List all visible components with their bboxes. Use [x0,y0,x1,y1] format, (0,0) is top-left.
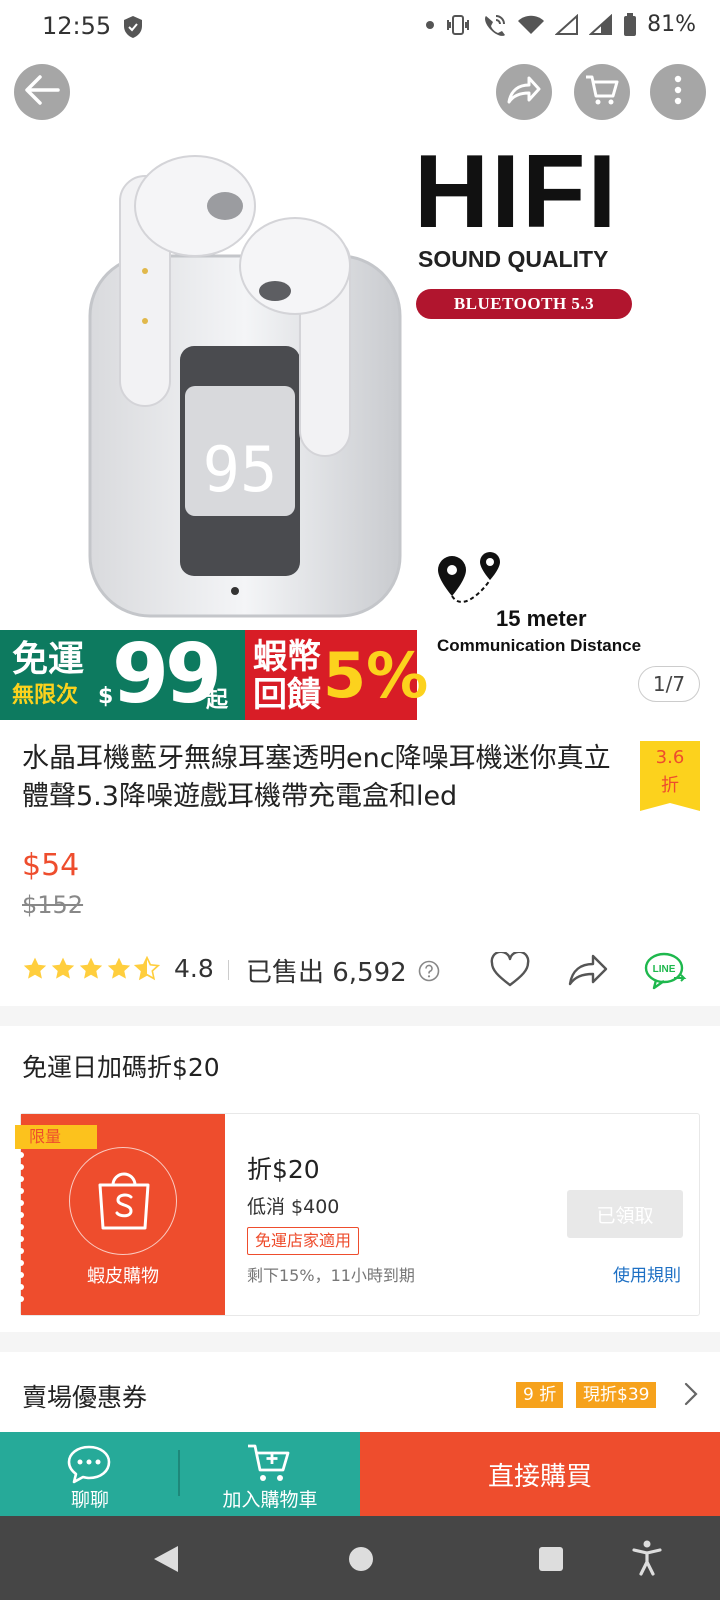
shield-icon [122,15,144,43]
case-display-digits: 95 [203,433,278,506]
nav-back-button[interactable] [152,1544,180,1578]
product-image: 95 [88,155,402,618]
star-icon [79,957,103,979]
sold-count: 已售出 6,592 [246,958,407,988]
hifi-title: HIFI [414,134,619,250]
bluetooth-badge: BLUETOOTH 5.3 [416,289,632,319]
nav-recents-button[interactable] [538,1546,564,1576]
help-icon[interactable] [418,960,440,986]
rating-value: 4.8 [174,954,214,983]
voucher-amount: 折$20 [247,1155,320,1184]
svg-text:LINE: LINE [653,964,676,975]
star-half-icon [134,956,160,981]
system-navigation-bar [0,1516,720,1600]
signal-icon-2 [589,13,613,36]
status-bar: 12:55 81% [0,0,720,56]
buy-now-button[interactable]: 直接購買 [360,1432,720,1516]
price: $54 [22,848,80,883]
like-button[interactable] [490,950,530,992]
voucher-tag: 現折$39 [576,1382,657,1408]
add-to-cart-label: 加入購物車 [222,1489,318,1511]
cart-plus-icon [246,1442,292,1488]
chat-label: 聊聊 [70,1489,109,1511]
triangle-back-icon [154,1546,178,1572]
shopping-cart-icon [585,74,619,110]
nav-home-button[interactable] [348,1546,374,1576]
wifi-icon [517,14,545,36]
hifi-subtitle: SOUND QUALITY [418,246,609,272]
product-image-carousel[interactable]: 95 HIFI SOUND QUALITY BLUETOOTH 5.3 15 m… [0,56,720,720]
notification-dot-icon [425,20,435,30]
coins-cashback-promo-banner: 蝦幣 回饋 5% [245,630,428,720]
range-subtitle: Communication Distance [437,636,642,655]
product-title: 水晶耳機藍牙無線耳塞透明enc降噪耳機迷你真立體聲5.3降噪遊戲耳機帶充電盒和l… [22,743,611,812]
section-divider [0,1332,720,1352]
star-icon [107,957,131,979]
share-product-button[interactable] [568,952,608,992]
more-options-button[interactable] [650,64,706,120]
line-icon: LINE [644,952,687,990]
back-button[interactable] [14,64,70,120]
range-title: 15 meter [496,606,587,631]
section-divider [0,1006,720,1026]
wifi-call-icon [481,13,507,37]
add-to-cart-button[interactable]: 加入購物車 [180,1432,360,1516]
bottom-action-bar: 聊聊 加入購物車 直接購買 [0,1432,720,1516]
chat-button[interactable]: 聊聊 [0,1432,180,1516]
share-button[interactable] [496,64,552,120]
star-icon [51,957,75,979]
signal-icon [555,13,579,36]
divider [228,960,229,980]
arrow-left-icon [24,75,60,109]
share-arrow-icon [507,76,541,108]
heart-icon [490,950,530,987]
line-share-button[interactable]: LINE [644,952,688,996]
free-shipping-day-title: 免運日加碼折$20 [22,1053,220,1082]
original-price: $152 [22,891,84,919]
voucher-tag: 9 折 [516,1382,564,1408]
accessibility-icon [632,1540,662,1576]
nav-accessibility-button[interactable] [632,1540,662,1580]
shop-vouchers-row[interactable]: 賣場優惠券 9 折 現折$39 [0,1352,720,1432]
limited-badge: 限量 [15,1125,97,1149]
cart-button[interactable] [574,64,630,120]
usage-rules-link[interactable]: 使用規則 [613,1261,681,1286]
circle-home-icon [349,1547,373,1571]
voucher-card: 蝦皮購物 限量 折$20 低消 $400 免運店家適用 剩下15%，11小時到期… [15,1113,700,1316]
battery-percent: 81% [647,12,696,37]
rating-stars [22,956,160,982]
voucher-shop-name: 蝦皮購物 [87,1266,159,1287]
star-icon [23,957,47,979]
chevron-right-icon [684,1382,698,1410]
voucher-shipping-tag: 免運店家適用 [247,1227,360,1255]
vibrate-icon [445,14,471,36]
discount-badge: 3.6 折 [640,741,700,811]
chat-bubble-icon [66,1444,112,1488]
claimed-button[interactable]: 已領取 [567,1190,683,1238]
image-page-indicator: 1/7 [638,666,700,702]
square-recents-icon [539,1547,563,1571]
voucher-remaining: 剩下15%，11小時到期 [247,1266,415,1285]
free-shipping-promo-banner: 免運 無限次 $ 99 起 [0,630,245,720]
status-time: 12:55 [42,12,112,40]
shopee-bag-icon [96,1169,152,1235]
more-vertical-icon [674,75,682,109]
shop-vouchers-label: 賣場優惠券 [22,1383,148,1412]
voucher-min-spend: 低消 $400 [247,1196,340,1218]
rating-row: 4.8 已售出 6,592 LINE [22,950,702,990]
share-arrow-icon [568,954,608,986]
battery-icon [623,12,637,37]
